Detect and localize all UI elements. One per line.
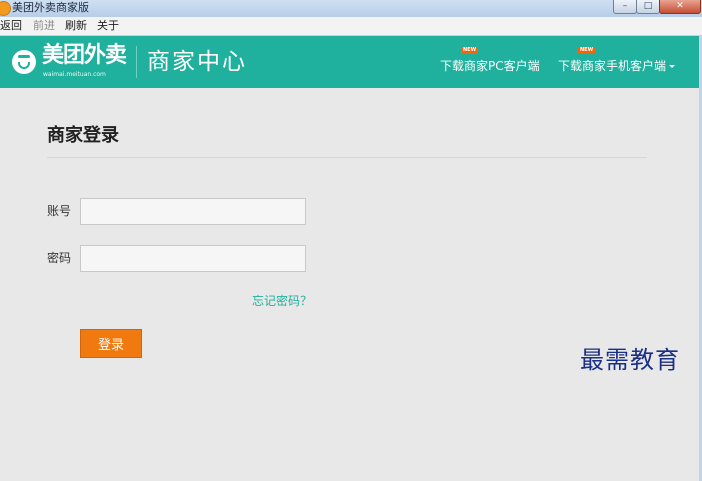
minimize-button[interactable]: – (613, 0, 637, 14)
maximize-icon: □ (643, 1, 653, 11)
download-mobile-client-link[interactable]: 下载商家手机客户端 (558, 58, 676, 74)
title-divider (47, 157, 647, 158)
account-label: 账号 (47, 204, 72, 218)
menu-item-about[interactable]: 关于 (97, 19, 119, 33)
watermark: 最需教育 (580, 346, 680, 374)
new-badge: NEW (578, 47, 596, 54)
close-button[interactable]: ✕ (659, 0, 701, 14)
account-input[interactable] (80, 198, 306, 225)
app-logo-icon (0, 1, 11, 16)
forgot-password-link[interactable]: 忘记密码？ (252, 293, 312, 309)
maximize-button[interactable]: □ (636, 0, 660, 14)
password-label: 密码 (47, 251, 72, 265)
download-pc-client-link[interactable]: 下载商家PC客户端 (440, 58, 540, 74)
chevron-down-icon (669, 65, 676, 68)
close-icon: ✕ (676, 1, 684, 11)
minimize-icon: – (622, 1, 628, 11)
window-titlebar: 美团外卖商家版 – □ ✕ (0, 0, 702, 17)
window-title: 美团外卖商家版 (12, 1, 89, 14)
meituan-logo-icon (12, 50, 36, 74)
download-mobile-client-label: 下载商家手机客户端 (558, 59, 667, 73)
logo-text: 美团外卖 (42, 43, 127, 68)
login-button[interactable]: 登录 (80, 329, 142, 358)
login-panel: 商家登录 账号 密码 忘记密码？ 登录 (0, 88, 702, 481)
menu-bar: 返回 前进 刷新 关于 (0, 17, 702, 36)
logo-url: waimai.meituan.com (43, 71, 106, 78)
menu-item-back[interactable]: 返回 (0, 19, 22, 33)
site-header: 美团外卖 waimai.meituan.com 商家中心 NEW 下载商家PC客… (0, 36, 702, 88)
page-title: 商家登录 (47, 125, 119, 146)
header-divider (136, 46, 137, 78)
new-badge: NEW (461, 47, 479, 54)
menu-item-refresh[interactable]: 刷新 (65, 19, 87, 33)
section-title: 商家中心 (147, 49, 247, 75)
menu-item-forward[interactable]: 前进 (33, 19, 55, 33)
password-input[interactable] (80, 245, 306, 272)
